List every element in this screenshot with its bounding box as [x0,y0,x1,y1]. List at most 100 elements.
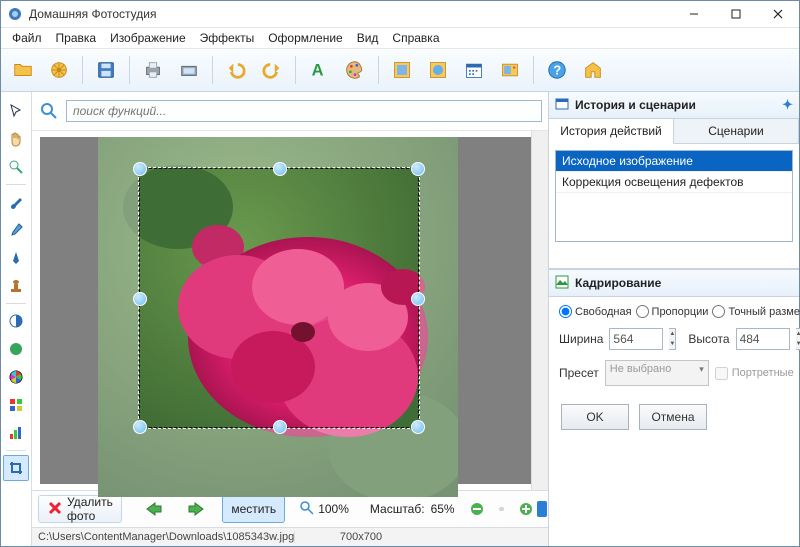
crop-mode-exact[interactable]: Точный размер [712,305,800,318]
tab-history[interactable]: История действий [549,119,674,144]
crop-handle-l[interactable] [133,292,147,306]
scale-value: 65% [431,502,455,516]
search-row [32,92,548,131]
right-panel: История и сценарии ✦ История действий Сц… [548,92,799,546]
zoom-100-button[interactable]: 100% [291,495,358,523]
history-item-correction[interactable]: Коррекция освещения дефектов [556,172,792,193]
window-title: Домашняя Фотостудия [29,7,673,21]
left-toolbar [1,92,32,546]
crop-cancel-button[interactable]: Отмена [639,404,707,430]
crop-panel: Кадрирование Свободная Пропорции Точный … [549,268,799,442]
search-input[interactable] [66,100,542,122]
zoom-out-button[interactable] [461,495,493,523]
tool-channels[interactable] [3,392,29,418]
crop-preset-combo[interactable]: Не выбрано [605,360,709,386]
menu-effects[interactable]: Эффекты [193,29,262,47]
menu-edit[interactable]: Правка [49,29,104,47]
main-toolbar: A ? [1,49,799,92]
crop-mode-proportions[interactable]: Пропорции [636,305,709,318]
menu-help[interactable]: Справка [385,29,446,47]
canvas-area[interactable] [32,131,548,490]
undo-button[interactable] [220,54,252,86]
next-photo-button[interactable] [178,495,216,523]
crop-mode-free[interactable]: Свободная [559,305,632,318]
panel-settings-icon[interactable]: ✦ [782,97,793,113]
zoom-slider[interactable] [499,507,504,511]
crop-width-spinner[interactable]: ▲▼ [669,328,676,350]
crop-ok-button[interactable]: OK [561,404,629,430]
crop-handle-bl[interactable] [133,420,147,434]
zoom-slider-thumb[interactable] [537,501,547,517]
search-icon[interactable] [38,100,60,122]
mask-button[interactable] [422,54,454,86]
crop-handle-tr[interactable] [411,162,425,176]
crop-handle-tl[interactable] [133,162,147,176]
crop-handle-b[interactable] [273,420,287,434]
app-icon [7,6,23,22]
tool-hand[interactable] [3,126,29,152]
calendar-button[interactable] [458,54,490,86]
crop-height-label: Высота [688,332,729,346]
tool-hue[interactable] [3,364,29,390]
history-tabs: История действий Сценарии [549,119,799,144]
tool-pen[interactable] [3,245,29,271]
menu-image[interactable]: Изображение [103,29,193,47]
tool-crop[interactable] [3,455,29,481]
catalog-button[interactable] [43,54,75,86]
minimize-button[interactable] [673,1,715,27]
history-list[interactable]: Исходное изображение Коррекция освещения… [555,150,793,242]
close-button[interactable] [757,1,799,27]
print-button[interactable] [137,54,169,86]
tool-contrast[interactable] [3,308,29,334]
menu-file[interactable]: Файл [5,29,49,47]
crop-width-input[interactable] [609,328,663,350]
save-button[interactable] [90,54,122,86]
delete-icon [47,500,63,519]
tool-eyedropper[interactable] [3,217,29,243]
maximize-button[interactable] [715,1,757,27]
menu-view[interactable]: Вид [350,29,386,47]
crop-preset-label: Пресет [559,366,599,380]
tool-curves[interactable] [3,336,29,362]
crop-mode-row: Свободная Пропорции Точный размер [559,305,789,318]
crop-rectangle[interactable] [138,167,420,429]
tool-zoom[interactable] [3,154,29,180]
history-icon [555,97,569,114]
tab-scenarios[interactable]: Сценарии [674,119,799,143]
history-panel-header: История и сценарии ✦ [549,92,799,119]
tool-pointer[interactable] [3,98,29,124]
palette-button[interactable] [339,54,371,86]
crop-height-spinner[interactable]: ▲▼ [796,328,800,350]
frame-button[interactable] [386,54,418,86]
help-button[interactable]: ? [541,54,573,86]
redo-button[interactable] [256,54,288,86]
crop-width-label: Ширина [559,332,603,346]
status-bar: C:\Users\ContentManager\Downloads\108534… [32,527,548,546]
scan-button[interactable] [173,54,205,86]
vertical-scrollbar[interactable] [531,131,548,490]
prev-photo-button[interactable] [134,495,172,523]
crop-handle-r[interactable] [411,292,425,306]
delete-photo-button[interactable]: Удалить фото [38,495,122,523]
delete-photo-label: Удалить фото [67,495,113,523]
crop-handle-br[interactable] [411,420,425,434]
fit-button[interactable]: местить [222,495,285,523]
crop-handle-t[interactable] [273,162,287,176]
crop-height-input[interactable] [736,328,790,350]
crop-header-icon [555,275,569,292]
crop-panel-header: Кадрирование [549,269,799,297]
tool-brush[interactable] [3,189,29,215]
svg-text:?: ? [553,63,561,78]
photo-preview[interactable] [98,137,458,497]
crop-portrait-checkbox[interactable]: Портретные [715,367,794,380]
postcard-button[interactable] [494,54,526,86]
status-path: C:\Users\ContentManager\Downloads\108534… [38,531,294,543]
home-button[interactable] [577,54,609,86]
text-button[interactable]: A [303,54,335,86]
history-item-original[interactable]: Исходное изображение [556,151,792,172]
menu-decor[interactable]: Оформление [261,29,349,47]
zoom-100-icon [300,501,314,518]
tool-levels[interactable] [3,420,29,446]
tool-stamp[interactable] [3,273,29,299]
open-button[interactable] [7,54,39,86]
